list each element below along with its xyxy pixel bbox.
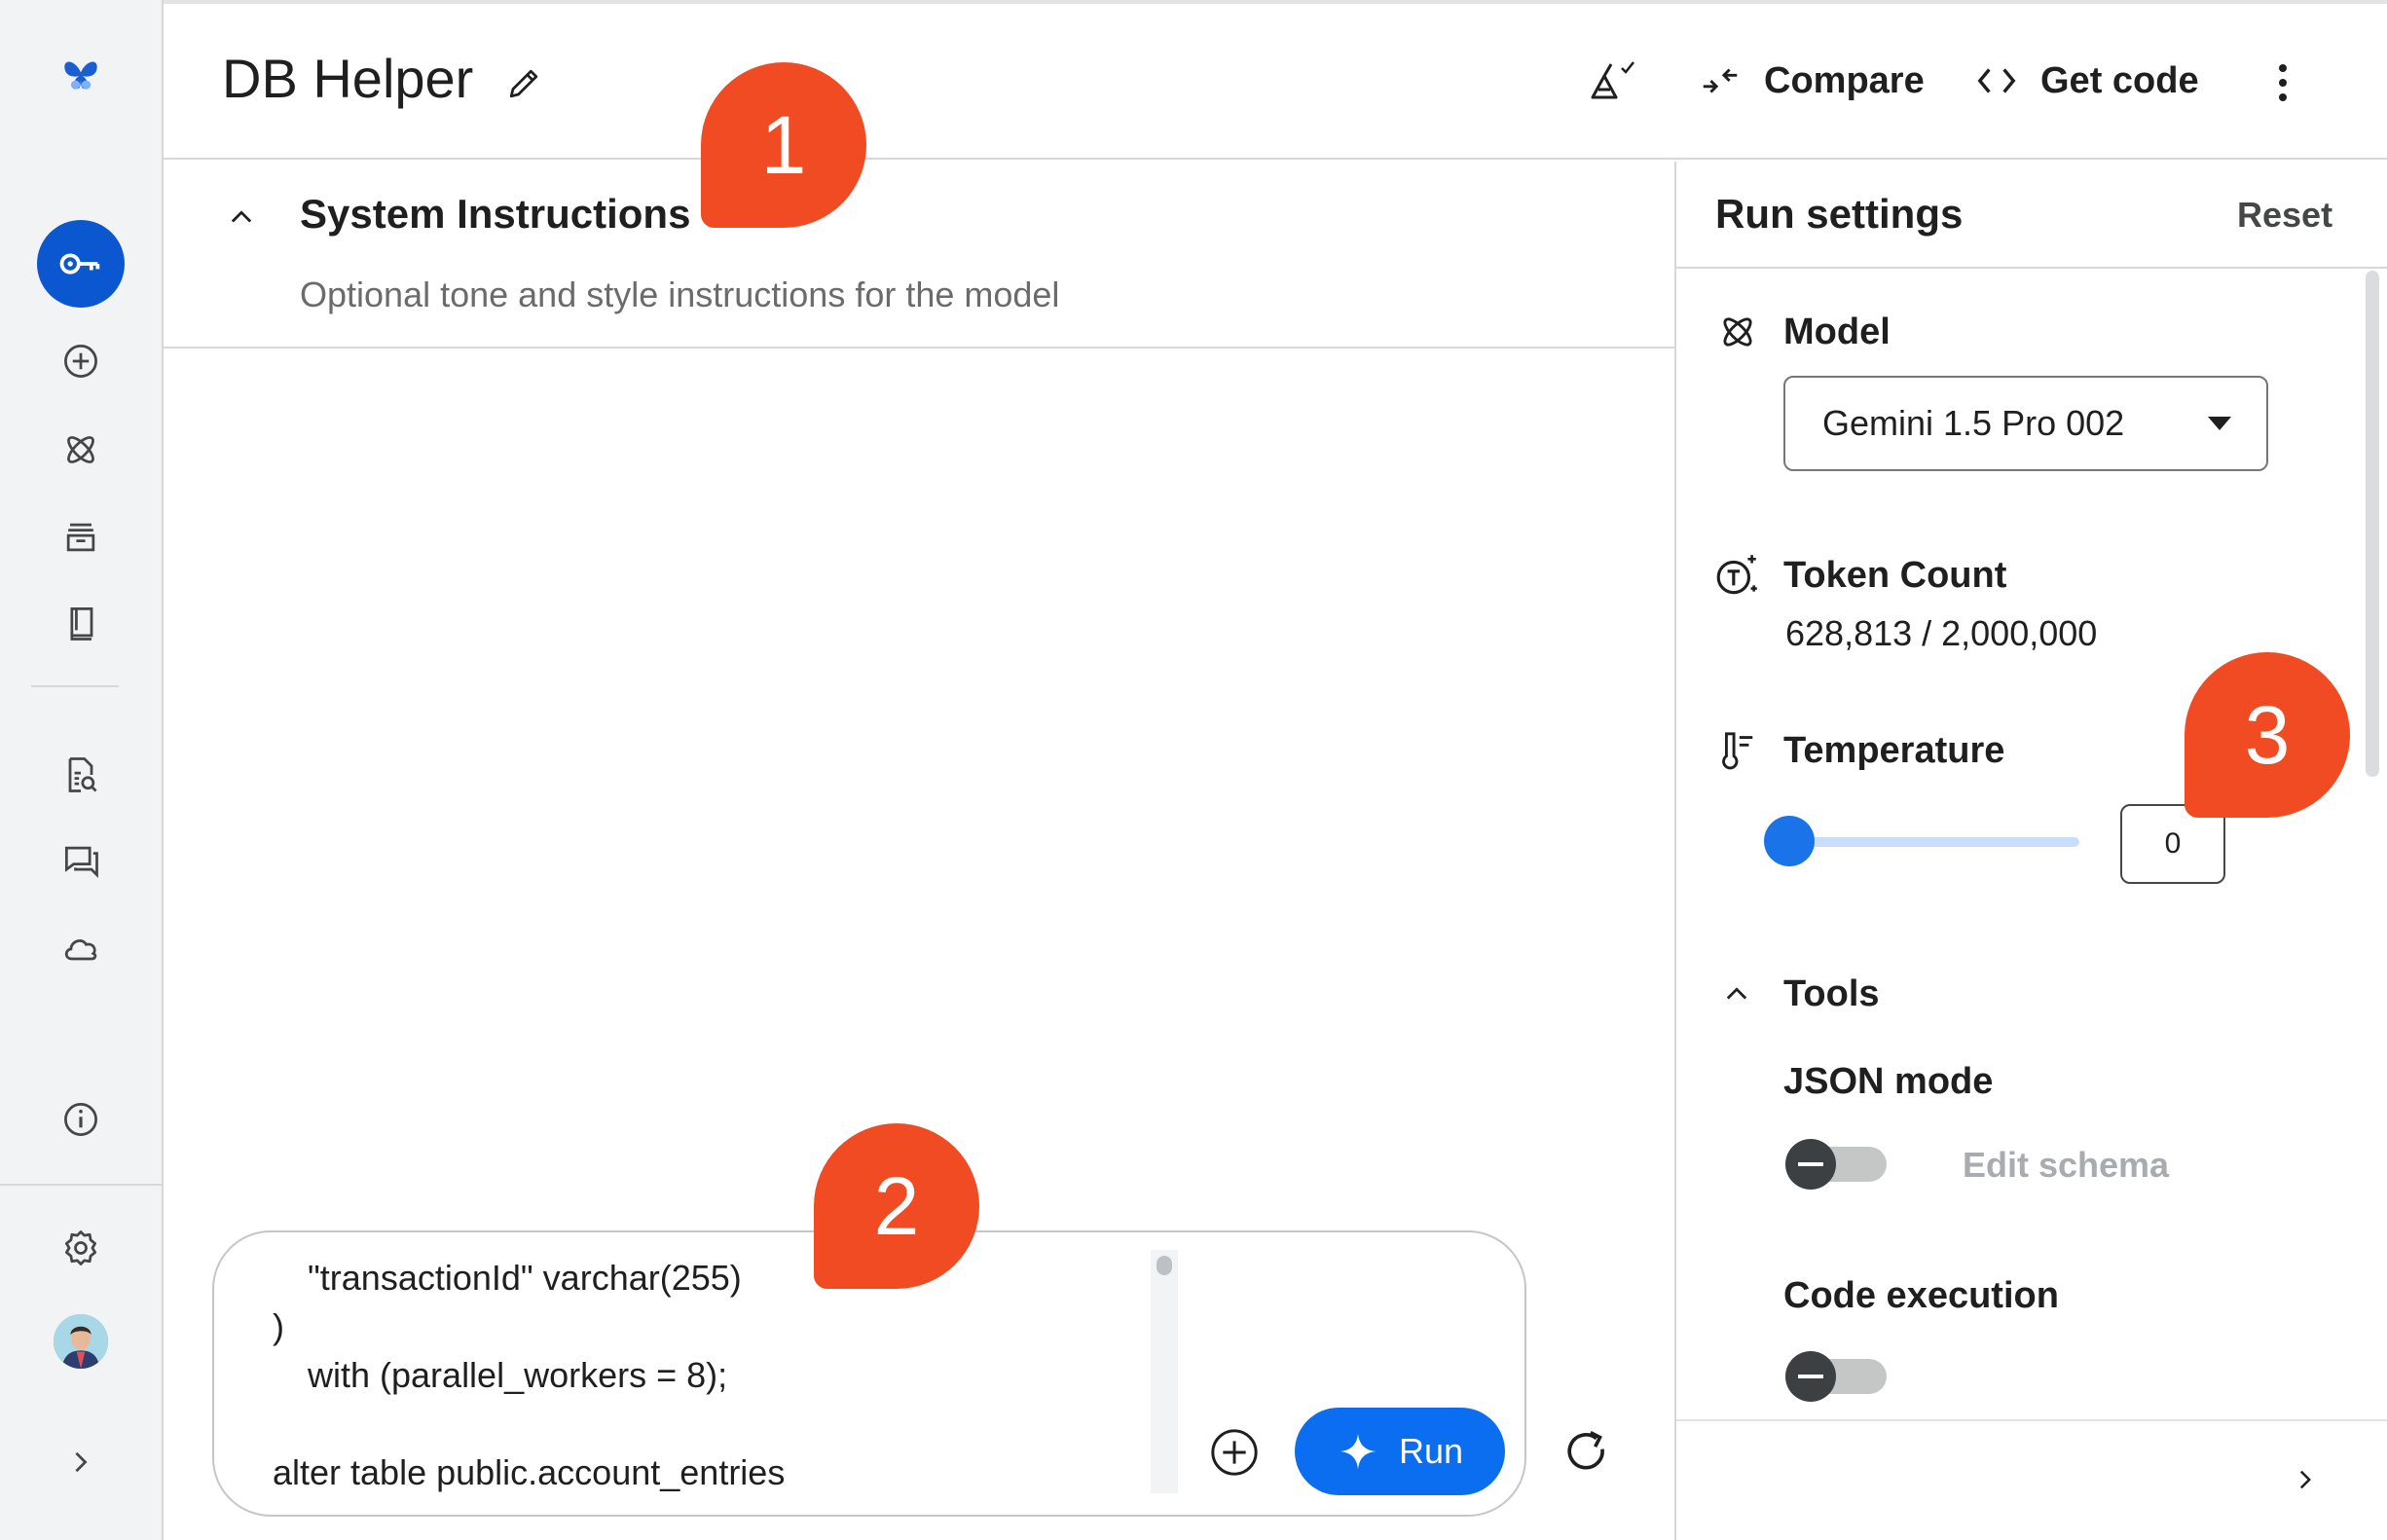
token-count-label: Token Count	[1783, 555, 2007, 596]
left-rail	[0, 0, 164, 1540]
rail-bottom-divider	[0, 1184, 162, 1186]
collapse-system-instructions-icon[interactable]	[220, 195, 263, 242]
doc-search-icon[interactable]	[54, 748, 108, 802]
edit-title-pencil-icon[interactable]	[502, 62, 545, 110]
code-icon	[1977, 68, 2016, 93]
code-execution-label: Code execution	[1783, 1275, 2059, 1316]
cloud-icon[interactable]	[54, 921, 108, 975]
sparkle-icon	[1340, 1433, 1377, 1470]
run-settings-bottom-divider	[1676, 1419, 2387, 1421]
temperature-slider-track[interactable]	[1787, 837, 2079, 847]
toggle-off-icon	[1785, 1351, 1836, 1402]
prompt-scrollbar[interactable]	[1151, 1250, 1178, 1493]
thermometer-icon	[1713, 728, 1758, 778]
more-options-icon[interactable]	[2268, 60, 2297, 110]
callout-badge: 2	[814, 1123, 979, 1289]
dropdown-arrow-icon	[2208, 417, 2231, 430]
refresh-icon[interactable]	[1558, 1423, 1614, 1485]
archive-icon[interactable]	[54, 510, 108, 565]
reset-button[interactable]: Reset	[2237, 195, 2332, 236]
run-settings-scrollbar[interactable]	[2366, 271, 2379, 777]
prompt-line: )	[273, 1306, 284, 1346]
gear-icon[interactable]	[54, 1221, 108, 1275]
rail-divider	[31, 685, 119, 687]
system-instructions-heading[interactable]: System Instructions	[300, 191, 690, 238]
page-title: DB Helper	[222, 48, 474, 109]
prompt-line: with (parallel_workers = 8);	[308, 1355, 728, 1395]
chat-icon[interactable]	[54, 833, 108, 888]
system-instructions-input[interactable]: Optional tone and style instructions for…	[300, 275, 1059, 315]
run-settings-heading: Run settings	[1715, 191, 1964, 237]
key-icon[interactable]	[37, 220, 125, 308]
temperature-label: Temperature	[1783, 730, 2005, 771]
token-count-icon	[1713, 551, 1762, 605]
token-count-value: 628,813 / 2,000,000	[1785, 613, 2098, 653]
expand-rail-chevron-icon[interactable]	[54, 1435, 108, 1489]
run-label: Run	[1398, 1431, 1464, 1471]
get-code-label: Get code	[2040, 59, 2199, 101]
temperature-slider-thumb[interactable]	[1764, 816, 1815, 866]
prompt-line: alter table public.account_entries	[273, 1452, 786, 1492]
edit-schema-button[interactable]: Edit schema	[1963, 1145, 2169, 1186]
callout-badge: 1	[701, 62, 866, 228]
toggle-off-icon	[1785, 1139, 1836, 1190]
prompt-line: "transactionId" varchar(255)	[308, 1258, 742, 1298]
compare-button[interactable]: Compare	[1698, 58, 1925, 103]
expand-panel-chevron-icon[interactable]	[2286, 1460, 2325, 1504]
json-mode-label: JSON mode	[1783, 1061, 1994, 1102]
info-icon[interactable]	[54, 1092, 108, 1147]
compare-label: Compare	[1764, 59, 1925, 101]
system-instructions-divider	[164, 347, 1674, 348]
get-code-button[interactable]: Get code	[1974, 58, 2199, 103]
model-select-value: Gemini 1.5 Pro 002	[1822, 403, 2125, 443]
model-icon	[1715, 310, 1760, 359]
book-icon[interactable]	[54, 596, 108, 650]
model-icon[interactable]	[54, 422, 108, 477]
tools-label: Tools	[1783, 973, 1880, 1014]
add-media-plus-icon[interactable]	[1207, 1425, 1262, 1485]
model-select[interactable]: Gemini 1.5 Pro 002	[1783, 376, 2268, 471]
run-button[interactable]: Run	[1295, 1408, 1505, 1495]
code-execution-toggle[interactable]	[1785, 1351, 1887, 1402]
drive-save-icon[interactable]	[1585, 56, 1637, 114]
compare-icon	[1703, 68, 1738, 93]
collapse-tools-icon[interactable]	[1715, 972, 1758, 1019]
avatar[interactable]	[54, 1314, 108, 1369]
model-label: Model	[1783, 312, 1891, 352]
plus-circle-icon[interactable]	[54, 334, 108, 388]
butterfly-logo-icon[interactable]	[54, 49, 108, 103]
run-settings-divider	[1676, 267, 2387, 269]
callout-badge: 3	[2185, 652, 2350, 818]
json-mode-toggle[interactable]	[1785, 1139, 1887, 1190]
